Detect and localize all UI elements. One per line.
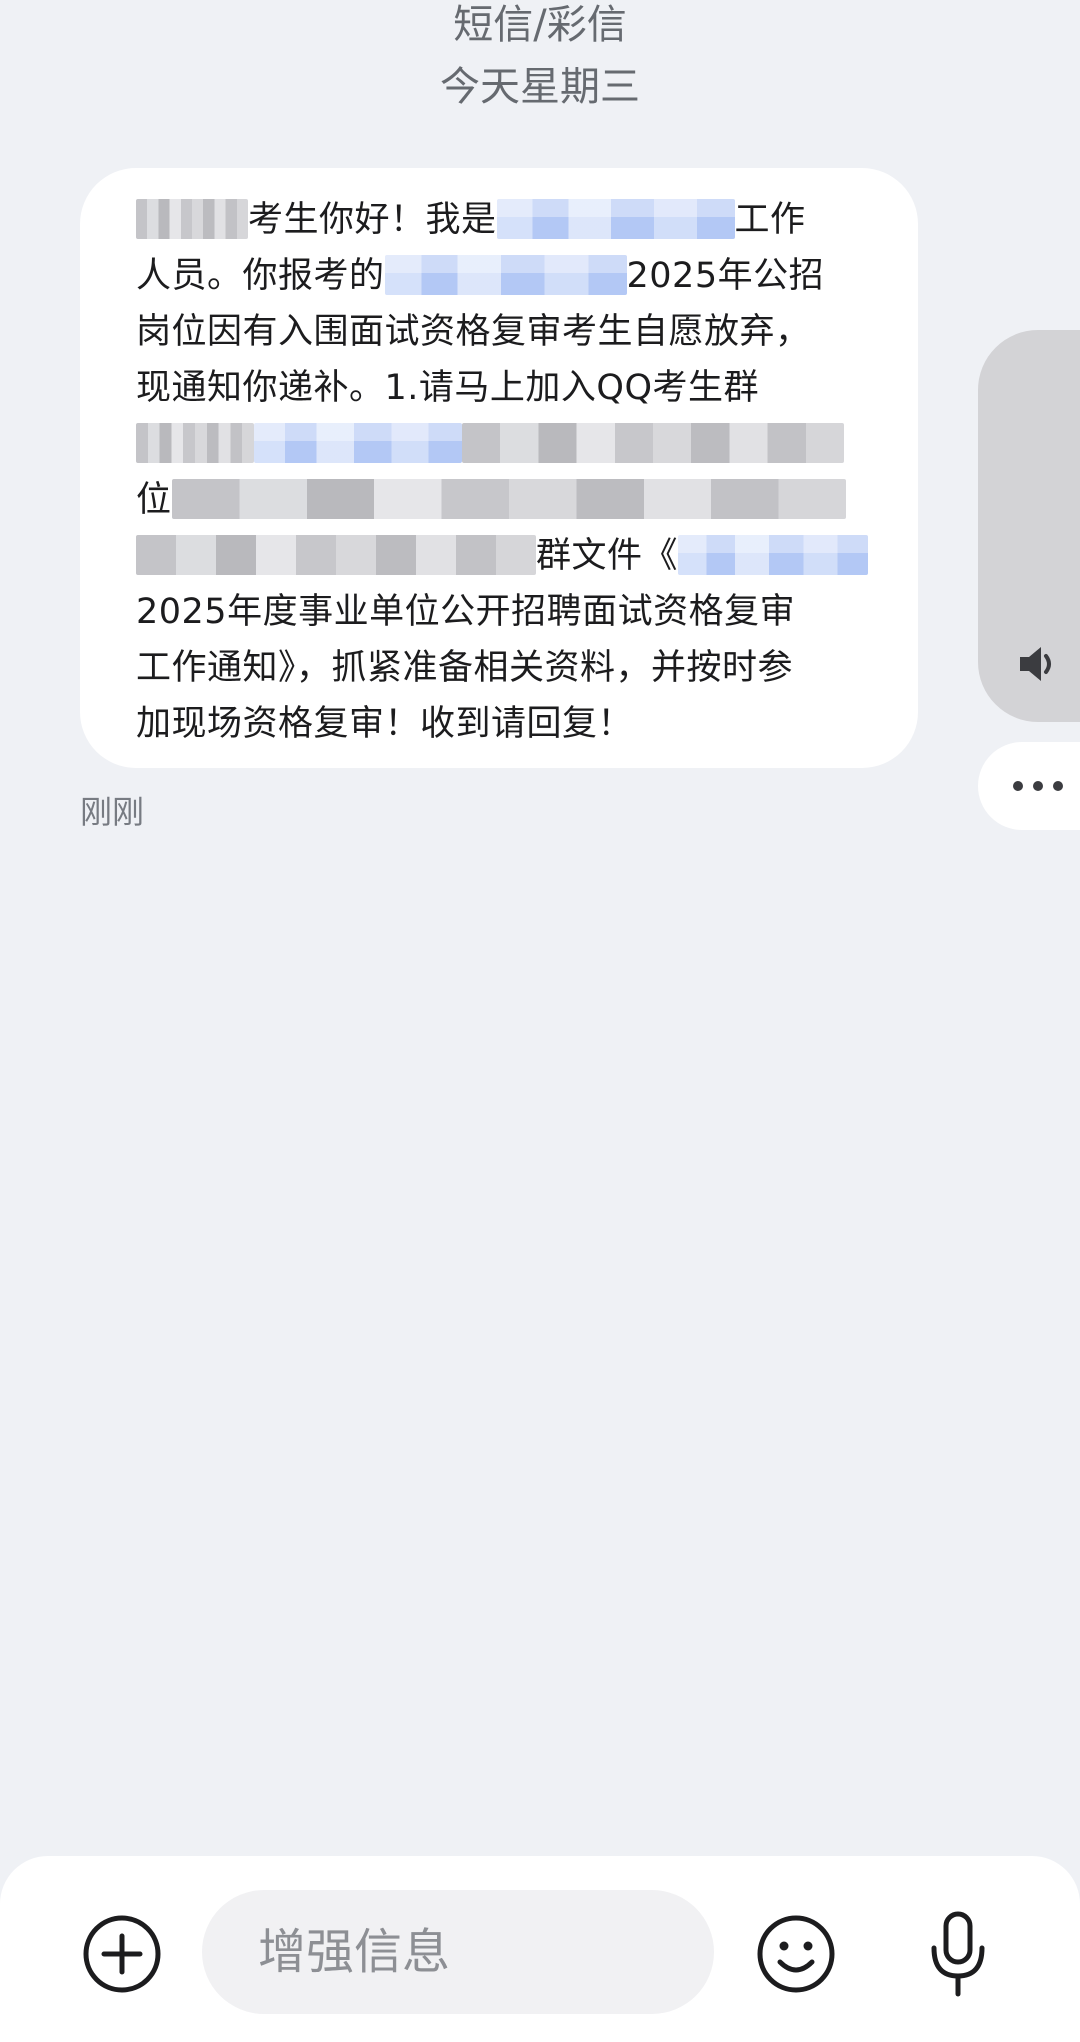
message-timestamp: 刚刚 <box>80 793 145 831</box>
message-line: 群文件《 <box>136 528 869 584</box>
message-segment: 群文件《 <box>536 536 679 576</box>
emoji-icon[interactable] <box>754 1912 838 1996</box>
message-line: 考生你好！我是 工作 <box>136 192 866 248</box>
add-circle-icon[interactable] <box>80 1912 164 1996</box>
redacted-block <box>136 199 248 239</box>
message-line: 位 <box>136 472 866 528</box>
redacted-block <box>171 479 846 519</box>
more-dots-icon <box>1013 781 1063 791</box>
message-line: 加现场资格复审！收到请回复！ <box>136 704 634 744</box>
message-line: 岗位因有入围面试资格复审考生自愿放弃， <box>136 312 811 352</box>
message-bubble[interactable]: 考生你好！我是 工作 人员。你报考的 2025年公招 岗位因有入围面试资格复审考生自… <box>80 168 918 768</box>
microphone-icon[interactable] <box>916 1908 1000 2000</box>
message-line <box>136 416 866 472</box>
message-segment: 工作 <box>734 200 806 240</box>
more-options-button[interactable] <box>978 742 1080 830</box>
message-text: 考生你好！我是 工作 人员。你报考的 2025年公招 岗位因有入围面试资格复审考生自… <box>136 192 869 752</box>
message-segment: 位 <box>136 480 172 520</box>
date-divider: 今天星期三 <box>440 64 640 110</box>
conversation-title: 短信/彩信 <box>453 2 627 48</box>
message-line: 现通知你递补。1.请马上加入QQ考生群 <box>136 368 759 408</box>
redacted-link[interactable] <box>496 199 735 239</box>
redacted-block <box>136 535 536 575</box>
redacted-link[interactable] <box>678 535 869 575</box>
redacted-block <box>462 423 844 463</box>
message-segment: 2025年公招 <box>626 256 825 296</box>
message-line: 人员。你报考的 2025年公招 <box>136 248 866 304</box>
message-input[interactable]: 增强信息 <box>202 1890 714 2014</box>
message-segment: 人员。你报考的 <box>136 256 385 296</box>
redacted-block <box>136 423 254 463</box>
message-line: 2025年度事业单位公开招聘面试资格复审 <box>136 592 796 632</box>
message-segment: 考生你好！我是 <box>248 200 497 240</box>
redacted-block <box>384 255 627 295</box>
redacted-link[interactable] <box>254 423 462 463</box>
speaker-icon[interactable] <box>1014 640 1062 688</box>
message-line: 工作通知》，抓紧准备相关资料，并按时参 <box>136 648 794 688</box>
side-action-panel[interactable] <box>978 330 1080 722</box>
composer-bar: 增强信息 <box>0 1856 1080 2042</box>
